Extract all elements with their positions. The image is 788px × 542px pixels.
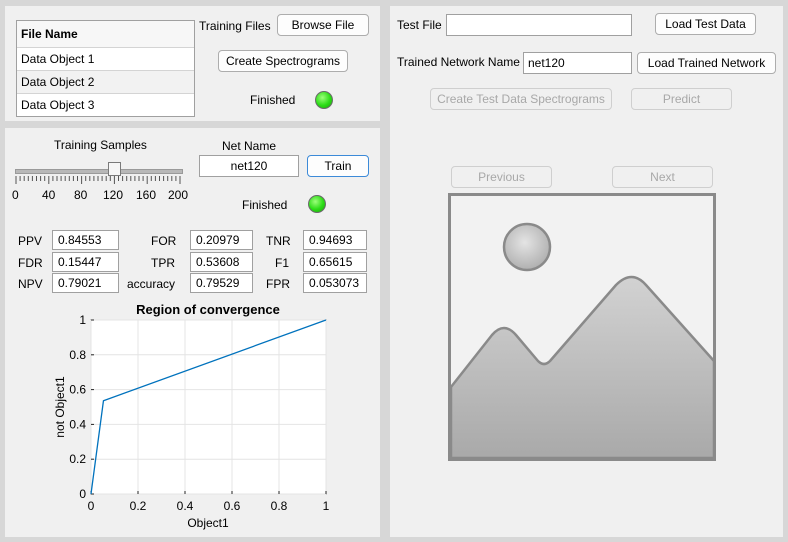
for-label: FOR	[151, 234, 177, 248]
slider-tick-label: 120	[103, 188, 124, 202]
fdr-label: FDR	[18, 256, 43, 270]
test-file-field[interactable]	[446, 14, 632, 36]
fdr-value: 0.15447	[52, 252, 119, 272]
f1-value: 0.65615	[303, 252, 367, 272]
y-tick-label: 1	[79, 313, 86, 327]
plot-area	[90, 319, 327, 495]
training-samples-label: Training Samples	[54, 138, 147, 152]
accuracy-value: 0.79529	[190, 273, 253, 293]
f1-label: F1	[275, 256, 290, 270]
test-file-label: Test File	[397, 18, 442, 32]
training-status: Finished	[242, 198, 288, 212]
test-panel: Test File Load Test Data Trained Network…	[390, 6, 783, 537]
slider-tick-label: 160	[136, 188, 157, 202]
slider-tick-label: 0	[12, 188, 19, 202]
slider-tick-label: 200	[168, 188, 189, 202]
accuracy-label: accuracy	[127, 277, 176, 291]
y-tick-label: 0	[79, 487, 86, 501]
file-name-table[interactable]: File Name Data Object 1 Data Object 2 Da…	[16, 20, 195, 117]
training-panel: Training Samples 0 40 80 120 160 200 Net…	[5, 128, 380, 537]
predict-button[interactable]: Predict	[631, 88, 732, 110]
training-files-panel: File Name Data Object 1 Data Object 2 Da…	[5, 6, 380, 121]
ppv-value: 0.84553	[52, 230, 119, 250]
load-trained-network-button[interactable]: Load Trained Network	[637, 52, 776, 74]
browse-file-button[interactable]: Browse File	[277, 14, 369, 36]
slider-track	[15, 169, 183, 174]
status-lamp-icon	[315, 91, 333, 109]
x-tick-label: 0.6	[224, 499, 241, 513]
training-files-label: Training Files	[199, 19, 271, 33]
roc-chart: Region of convergence 0 0.2 0.4 0.6 0.8 1 0 0.2…	[53, 302, 330, 530]
x-tick-label: 0	[88, 499, 95, 513]
table-header: File Name	[17, 21, 194, 47]
tpr-value: 0.53608	[190, 252, 253, 272]
create-spectrograms-button[interactable]: Create Spectrograms	[218, 50, 348, 72]
y-axis-label: not Object1	[53, 376, 67, 438]
x-tick-label: 1	[323, 499, 330, 513]
slider-ticks	[15, 176, 181, 184]
x-axis-label: Object1	[187, 516, 229, 530]
slider-tick-label: 40	[42, 188, 56, 202]
npv-value: 0.79021	[52, 273, 119, 293]
net-name-label: Net Name	[222, 139, 277, 153]
slider-tick-label: 80	[74, 188, 88, 202]
tnr-label: TNR	[266, 234, 291, 248]
x-tick-label: 0.2	[130, 499, 147, 513]
next-button[interactable]: Next	[612, 166, 713, 188]
table-row[interactable]: Data Object 2	[17, 70, 194, 93]
ppv-label: PPV	[18, 234, 43, 248]
training-samples-slider[interactable]	[15, 160, 183, 196]
train-button[interactable]: Train	[307, 155, 369, 177]
npv-label: NPV	[18, 277, 43, 291]
image-placeholder-icon	[448, 193, 716, 461]
fpr-value: 0.053073	[303, 273, 367, 293]
for-value: 0.20979	[190, 230, 253, 250]
chart-title: Region of convergence	[136, 302, 280, 317]
y-tick-label: 0.8	[69, 348, 86, 362]
create-test-spectrograms-button[interactable]: Create Test Data Spectrograms	[430, 88, 612, 110]
table-row[interactable]: Data Object 3	[17, 93, 194, 116]
tnr-value: 0.94693	[303, 230, 367, 250]
trained-network-name-label: Trained Network Name	[397, 55, 520, 69]
y-tick-label: 0.6	[69, 383, 86, 397]
net-name-field[interactable]: net120	[199, 155, 299, 177]
x-tick-label: 0.4	[177, 499, 194, 513]
load-test-data-button[interactable]: Load Test Data	[655, 13, 756, 35]
y-tick-label: 0.2	[69, 452, 86, 466]
fpr-label: FPR	[266, 277, 290, 291]
trained-network-name-field[interactable]: net120	[523, 52, 632, 74]
slider-thumb-handle[interactable]	[108, 162, 121, 176]
tpr-label: TPR	[151, 256, 175, 270]
y-tick-label: 0.4	[69, 417, 86, 431]
table-row[interactable]: Data Object 1	[17, 47, 194, 70]
training-files-status: Finished	[250, 93, 296, 107]
previous-button[interactable]: Previous	[451, 166, 552, 188]
status-lamp-icon	[308, 195, 326, 213]
x-tick-label: 0.8	[271, 499, 288, 513]
